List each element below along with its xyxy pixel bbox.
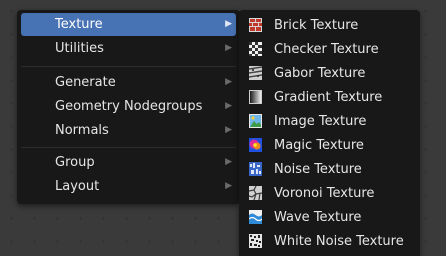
- submenu-item-label: Noise Texture: [274, 161, 362, 177]
- submenu-item-label: Gradient Texture: [274, 89, 383, 105]
- submenu-item-checker-texture[interactable]: Checker Texture: [243, 37, 416, 61]
- menu-item-generate[interactable]: Generate ▶: [21, 71, 236, 94]
- submenu-item-white-noise-texture[interactable]: White Noise Texture: [243, 229, 416, 253]
- menu-separator: [21, 147, 236, 148]
- menu-item-group[interactable]: Group ▶: [21, 151, 236, 174]
- submenu-item-gabor-texture[interactable]: Gabor Texture: [243, 61, 416, 85]
- menu-item-layout[interactable]: Layout ▶: [21, 175, 236, 198]
- submenu-item-voronoi-texture[interactable]: Voronoi Texture: [243, 181, 416, 205]
- menu-item-label: Group: [55, 155, 95, 170]
- submenu-arrow-icon: ▶: [225, 77, 232, 87]
- gradient-icon: [249, 90, 262, 104]
- menu-item-label: Normals: [55, 123, 109, 138]
- submenu-item-label: Brick Texture: [274, 17, 359, 33]
- menu-item-geometry-nodegroups[interactable]: Geometry Nodegroups ▶: [21, 95, 236, 118]
- menu-item-label: Generate: [55, 75, 116, 90]
- checker-icon: [249, 42, 262, 56]
- submenu-item-label: Checker Texture: [274, 41, 379, 57]
- submenu-item-wave-texture[interactable]: Wave Texture: [243, 205, 416, 229]
- gabor-icon: [249, 66, 262, 80]
- noise-icon: [249, 162, 262, 176]
- submenu-item-label: Voronoi Texture: [274, 185, 375, 201]
- submenu-arrow-icon: ▶: [225, 101, 232, 111]
- submenu-item-label: Image Texture: [274, 113, 367, 129]
- submenu-arrow-icon: ▶: [225, 181, 232, 191]
- menu-item-normals[interactable]: Normals ▶: [21, 119, 236, 142]
- add-menu: Texture ▶ Utilities ▶ Generate ▶ Geometr…: [17, 10, 240, 204]
- submenu-item-label: Gabor Texture: [274, 65, 366, 81]
- menu-item-label: Utilities: [55, 41, 104, 56]
- brick-icon: [249, 18, 262, 32]
- submenu-arrow-icon: ▶: [225, 157, 232, 167]
- submenu-arrow-icon: ▶: [225, 125, 232, 135]
- menu-item-utilities[interactable]: Utilities ▶: [21, 37, 236, 60]
- submenu-item-magic-texture[interactable]: Magic Texture: [243, 133, 416, 157]
- white-noise-icon: [249, 234, 262, 248]
- submenu-arrow-icon: ▶: [225, 43, 232, 53]
- menu-item-label: Geometry Nodegroups: [55, 99, 203, 114]
- menu-item-texture[interactable]: Texture ▶: [21, 13, 236, 36]
- menu-separator: [21, 66, 236, 67]
- submenu-item-label: Wave Texture: [274, 209, 362, 225]
- submenu-item-noise-texture[interactable]: Noise Texture: [243, 157, 416, 181]
- texture-submenu: Brick Texture Checker Texture Gabor Text…: [239, 10, 420, 256]
- menu-item-label: Texture: [55, 17, 103, 32]
- wave-icon: [249, 210, 262, 224]
- image-icon: [249, 114, 262, 128]
- submenu-item-label: Magic Texture: [274, 137, 364, 153]
- menu-item-label: Layout: [55, 179, 100, 194]
- submenu-item-image-texture[interactable]: Image Texture: [243, 109, 416, 133]
- submenu-item-label: White Noise Texture: [274, 233, 404, 249]
- submenu-item-gradient-texture[interactable]: Gradient Texture: [243, 85, 416, 109]
- submenu-item-brick-texture[interactable]: Brick Texture: [243, 13, 416, 37]
- magic-icon: [249, 138, 262, 152]
- voronoi-icon: [249, 186, 262, 200]
- submenu-arrow-icon: ▶: [225, 19, 232, 29]
